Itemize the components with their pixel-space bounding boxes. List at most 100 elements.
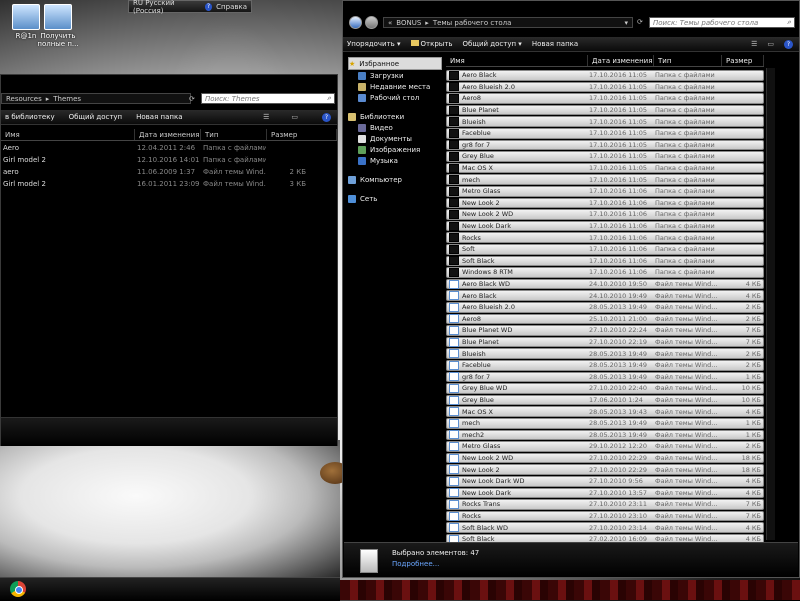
list-item[interactable]: gr8 for 7 28.05.2013 19:49 Файл темы Wind.… (446, 371, 764, 383)
add-to-library-button[interactable]: в библиотеку (5, 113, 55, 121)
column-name[interactable]: Имя (1, 129, 135, 140)
back-button[interactable] (349, 16, 362, 29)
address-bar[interactable]: « BONUS ▸ Темы рабочего стола ▾ (383, 17, 633, 28)
list-item[interactable]: New Look 2 17.10.2016 11:06 Папка с файлам… (446, 197, 764, 209)
new-folder-button[interactable]: Новая папка (136, 113, 182, 121)
address-bar[interactable]: Resources ▸ Themes (1, 93, 191, 104)
refresh-icon[interactable]: ⟳ (189, 95, 195, 103)
list-item[interactable]: Faceblue 17.10.2016 11:05 Папка с файлами (446, 128, 764, 139)
list-item[interactable]: Blueish 17.10.2016 11:05 Папка с файлами (446, 116, 764, 127)
breadcrumb-item[interactable]: Themes (53, 95, 81, 103)
list-item[interactable]: mech2 28.05.2013 19:49 Файл темы Wind... 1 … (446, 429, 764, 441)
vertical-scrollbar[interactable] (766, 68, 775, 540)
list-item[interactable]: Blue Planet 27.10.2010 22:19 Файл темы Win… (446, 336, 764, 348)
list-item[interactable]: Aero8 25.10.2011 21:00 Файл темы Wind... 2 … (446, 313, 764, 325)
column-type[interactable]: Тип (654, 55, 722, 66)
share-button[interactable]: Общий доступ ▾ (463, 40, 522, 48)
nav-desktop[interactable]: Рабочий стол (348, 92, 442, 103)
language-label[interactable]: RU Русский (Россия) (133, 0, 201, 15)
new-folder-button[interactable]: Новая папка (532, 40, 578, 48)
search-input[interactable]: Поиск: Themes ⌕ (201, 93, 335, 104)
column-size[interactable]: Размер (267, 129, 337, 140)
list-item[interactable]: Aero8 17.10.2016 11:05 Папка с файлами (446, 93, 764, 104)
list-item[interactable]: Aero Black 17.10.2016 11:05 Папка с файлам… (446, 70, 764, 81)
forward-button[interactable] (365, 16, 378, 29)
preview-pane-icon[interactable]: ▭ (767, 40, 774, 48)
file-date: 27.10.2010 22:29 (589, 454, 648, 463)
list-item[interactable]: Girl model 2 16.01.2011 23:09 Файл темы Wi… (0, 178, 336, 189)
list-item[interactable]: New Look 2 27.10.2010 22:29 Файл темы Wind… (446, 464, 764, 475)
list-item[interactable]: Grey Blue 17.06.2010 1:24 Файл темы Wind..… (446, 394, 764, 406)
help-icon[interactable]: ? (322, 112, 331, 122)
list-item[interactable]: Grey Blue 17.10.2016 11:05 Папка с файлами (446, 151, 764, 162)
list-item[interactable]: Faceblue 28.05.2013 19:49 Файл темы Wind..… (446, 360, 764, 371)
address-dropdown-icon[interactable]: ▾ (624, 19, 628, 27)
open-button[interactable]: Открыть (410, 40, 453, 48)
list-item[interactable]: Grey Blue WD 27.10.2010 22:40 Файл темы Wi… (446, 383, 764, 394)
list-item[interactable]: Blue Planet 17.10.2016 11:05 Папка с файла… (446, 104, 764, 116)
column-name[interactable]: Имя (446, 55, 588, 66)
list-item[interactable]: Aero Black 24.10.2010 19:49 Файл темы Wind… (446, 290, 764, 301)
share-button[interactable]: Общий доступ (69, 113, 123, 121)
help-icon[interactable]: ? (784, 39, 793, 49)
list-item[interactable]: Aero Blueish 2.0 28.05.2013 19:49 Файл тем… (446, 302, 764, 313)
nav-favorites[interactable]: ★ Избранное (348, 57, 442, 70)
view-options-icon[interactable]: ☰ (263, 113, 269, 121)
help-label[interactable]: Справка (216, 3, 247, 11)
organize-button[interactable]: Упорядочить ▾ (347, 40, 401, 48)
list-item[interactable]: Aero Black WD 24.10.2010 19:50 Файл темы W… (446, 278, 764, 290)
list-item[interactable]: Rocks Trans 27.10.2010 23:11 Файл темы Win… (446, 499, 764, 510)
nav-music[interactable]: Музыка (348, 155, 442, 166)
details-link[interactable]: Подробнее... (392, 560, 439, 568)
search-input[interactable]: Поиск: Темы рабочего стола ⌕ (649, 17, 795, 28)
list-item[interactable]: New Look Dark WD 27.10.2010 9:56 Файл темы… (446, 476, 764, 487)
file-name: Rocks (462, 233, 481, 242)
list-item[interactable]: Rocks 27.10.2010 23:10 Файл темы Wind... 7 … (446, 510, 764, 522)
view-options-icon[interactable]: ☰ (751, 40, 757, 48)
nav-downloads[interactable]: Загрузки (348, 70, 442, 81)
list-item[interactable]: New Look 2 WD 17.10.2016 11:06 Папка с фай… (446, 209, 764, 220)
breadcrumb-item[interactable]: Resources (6, 95, 42, 103)
column-date[interactable]: Дата изменения (588, 55, 654, 66)
list-item[interactable]: Aero 12.04.2011 2:46 Папка с файлами (0, 142, 336, 153)
language-bar[interactable]: RU Русский (Россия) ? Справка (128, 0, 252, 15)
list-item[interactable]: Windows 8 RTM 17.10.2016 11:06 Папка с фай… (446, 267, 764, 278)
nav-network[interactable]: Сеть (348, 193, 442, 204)
preview-pane-icon[interactable]: ▭ (291, 113, 298, 121)
list-item[interactable]: Aero Blueish 2.0 17.10.2016 11:05 Папка с … (446, 81, 764, 93)
list-item[interactable]: Mac OS X 28.05.2013 19:43 Файл темы Wind..… (446, 406, 764, 417)
breadcrumb-item[interactable]: BONUS (396, 19, 421, 27)
chrome-icon[interactable] (10, 581, 26, 597)
list-item[interactable]: Metro Glass 29.10.2012 12:20 Файл темы Win… (446, 441, 764, 452)
list-item[interactable]: Blue Planet WD 27.10.2010 22:24 Файл темы … (446, 325, 764, 336)
nav-documents[interactable]: Документы (348, 133, 442, 144)
list-item[interactable]: Metro Glass 17.10.2016 11:06 Папка с файла… (446, 186, 764, 197)
column-type[interactable]: Тип (201, 129, 267, 140)
list-item[interactable]: Blueish 28.05.2013 19:49 Файл темы Wind...… (446, 348, 764, 359)
list-item[interactable]: New Look Dark 27.10.2010 13:57 Файл темы W… (446, 487, 764, 499)
nav-pictures[interactable]: Изображения (348, 144, 442, 155)
nav-libraries[interactable]: Библиотеки (348, 111, 442, 122)
refresh-icon[interactable]: ⟳ (637, 18, 643, 26)
column-date[interactable]: Дата изменения (135, 129, 201, 140)
list-item[interactable]: mech 17.10.2016 11:05 Папка с файлами (446, 174, 764, 185)
list-item[interactable]: Rocks 17.10.2016 11:06 Папка с файлами (446, 232, 764, 243)
list-item[interactable]: Girl model 2 12.10.2016 14:01 Папка с файл… (0, 154, 336, 165)
list-item[interactable]: aero 11.06.2009 1:37 Файл темы Wind... 2 КБ (0, 166, 336, 177)
list-item[interactable]: Soft Black 17.10.2016 11:06 Папка с файлам… (446, 255, 764, 267)
file-type: Файл темы Wind... (655, 303, 718, 312)
nav-computer[interactable]: Компьютер (348, 174, 442, 185)
nav-video[interactable]: Видео (348, 122, 442, 133)
breadcrumb-item[interactable]: Темы рабочего стола (433, 19, 512, 27)
list-item[interactable]: Soft Black WD 27.10.2010 23:14 Файл темы W… (446, 522, 764, 533)
list-item[interactable]: New Look Dark 17.10.2016 11:06 Папка с фай… (446, 220, 764, 232)
column-size[interactable]: Размер (722, 55, 764, 66)
list-item[interactable]: Mac OS X 17.10.2016 11:05 Папка с файлами (446, 162, 764, 174)
desktop-icon-get-full[interactable]: Получить полные п... (32, 4, 84, 48)
list-item[interactable]: gr8 for 7 17.10.2016 11:05 Папка с файлами (446, 139, 764, 151)
list-item[interactable]: New Look 2 WD 27.10.2010 22:29 Файл темы W… (446, 452, 764, 464)
file-size: 4 КБ (745, 523, 761, 532)
list-item[interactable]: Soft 17.10.2016 11:06 Папка с файлами (446, 244, 764, 255)
list-item[interactable]: mech 28.05.2013 19:49 Файл темы Wind... 1 К… (446, 418, 764, 429)
nav-recent-places[interactable]: Недавние места (348, 81, 442, 92)
